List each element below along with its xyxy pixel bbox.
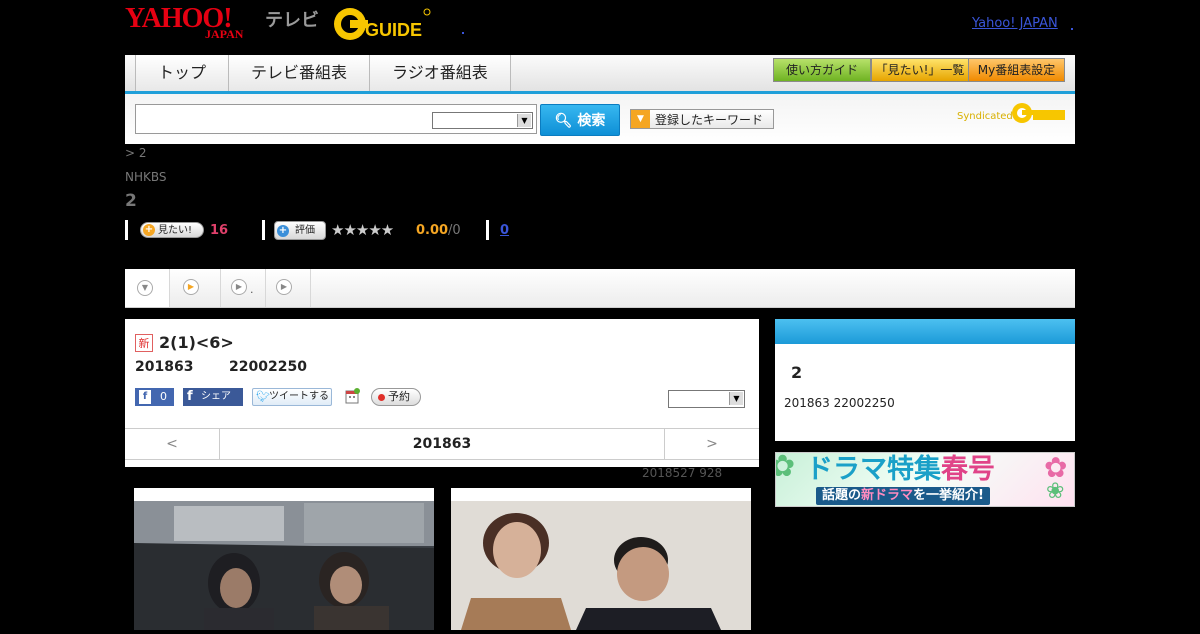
tweet-button[interactable]: 🐦︎ ツイートする (252, 388, 332, 406)
tab-2[interactable]: ▶ . (170, 269, 254, 307)
facebook-like-count: 0 (160, 390, 167, 403)
program-title: 2 (125, 191, 137, 211)
search-bar: ▼ 🔍︎ 検索 ▼ 登録したキーワード Syndicated (125, 94, 1075, 144)
updated-timestamp: 2018527 928 (642, 466, 723, 480)
triangle-down-icon: ▼ (631, 110, 650, 128)
gguide-logo-text: GUIDE (365, 20, 422, 40)
episode-time: 22002250 (229, 359, 307, 375)
search-button[interactable]: 🔍︎ 検索 (540, 104, 620, 136)
registered-keywords-button[interactable]: ▼ 登録したキーワード (630, 109, 774, 129)
comments-count-link[interactable]: 0 (500, 223, 509, 238)
nav-tabs: トップ テレビ番組表 ラジオ番組表 (135, 55, 511, 91)
mitai-button[interactable]: + 見たい! (140, 222, 204, 238)
breadcrumb-separator: > (125, 146, 136, 160)
sidebar-subtitle: 201863 22002250 (784, 396, 895, 410)
rating-score: 0.00 (416, 223, 449, 238)
twitter-bird-icon: 🐦︎ (256, 390, 270, 403)
play-icon: ▶ (231, 279, 247, 295)
registered-keywords-label: 登録したキーワード (655, 113, 764, 127)
divider (125, 220, 128, 240)
facebook-icon: f (187, 389, 193, 404)
tv-label: テレビ (265, 10, 319, 31)
sidebar-info-box: 2 201863 22002250 (775, 319, 1075, 441)
episode-select[interactable]: ▼ (668, 390, 745, 408)
plus-icon: + (143, 224, 155, 236)
banner-headline-a: ドラマ特集 (806, 454, 941, 485)
mitai-label: 見たい! (158, 225, 193, 236)
banner-tagline-b: 新ドラマ (861, 488, 914, 503)
chevron-down-icon: ▼ (729, 392, 743, 405)
tweet-label: ツイートする (269, 391, 329, 402)
main-nav: トップ テレビ番組表 ラジオ番組表 使い方ガイド 「見たい!」一覧 My番組表設… (125, 55, 1075, 94)
divider (486, 220, 489, 240)
date-pager: < 201863 > (125, 428, 759, 460)
yahoo-japan-link[interactable]: Yahoo! JAPAN (972, 16, 1058, 31)
syndicated-label: Syndicated (957, 111, 1013, 122)
pager-prev-button[interactable]: < (125, 429, 220, 459)
record-dot-icon (378, 394, 385, 401)
banner-tagline-a: 話題の (822, 488, 862, 503)
banner-headline: ドラマ特集春号 (806, 455, 995, 485)
episode-date: 201863 (135, 359, 194, 375)
breadcrumb: > 2 (125, 146, 147, 160)
plus-icon: + (277, 225, 289, 237)
nav-tab-radio-schedule[interactable]: ラジオ番組表 (370, 55, 511, 91)
new-badge: 新 (135, 334, 153, 352)
header-dot-2 (1071, 28, 1073, 30)
search-icon: 🔍︎ (554, 113, 573, 129)
episode-panel: 新 2(1)<6> 201863 22002250 f 0 f シェア 🐦︎ ツ… (125, 319, 759, 467)
pager-current-date: 201863 (412, 436, 472, 452)
breadcrumb-current: 2 (138, 146, 147, 160)
divider (262, 220, 265, 240)
rate-button[interactable]: + 評価 (274, 221, 326, 240)
gguide-logo[interactable]: GUIDE (333, 6, 433, 42)
nav-tab-tv-schedule[interactable]: テレビ番組表 (229, 55, 371, 91)
search-button-label: 検索 (577, 113, 606, 129)
reserve-button[interactable]: 予約 (371, 388, 421, 406)
play-icon: ▶ (183, 279, 199, 295)
facebook-like-button[interactable]: f 0 (135, 388, 174, 406)
japan-logo-text: JAPAN (205, 27, 244, 41)
station-name: NHKBS (125, 170, 167, 184)
rating-stars-icon: ★★★★★ (331, 221, 394, 239)
sidebar-title: 2 (791, 363, 803, 382)
facebook-share-button[interactable]: f シェア (183, 388, 243, 406)
leaf-decoration-icon: ❀ (1046, 479, 1065, 504)
guide-button[interactable]: 使い方ガイド (773, 58, 871, 82)
tab-3[interactable]: ▶ (221, 269, 266, 307)
play-icon: ▶ (276, 279, 292, 295)
tab-episodes[interactable]: ▼ (125, 269, 170, 307)
search-category-select[interactable]: ▼ (432, 112, 533, 129)
leaf-decoration-icon: ✿ (776, 453, 795, 484)
banner-tagline: 話題の新ドラマを一挙紹介! (816, 487, 990, 505)
sidebar-header (775, 319, 1075, 344)
rate-label: 評価 (295, 225, 315, 236)
nav-tab-top[interactable]: トップ (136, 55, 230, 91)
yahoo-japan-logo[interactable]: YAHOO! JAPAN (125, 4, 263, 42)
scene-photo-1[interactable] (134, 488, 434, 630)
add-calendar-icon[interactable] (344, 388, 360, 404)
facebook-share-label: シェア (201, 391, 231, 402)
mitai-count: 16 (210, 223, 229, 238)
banner-tagline-c: を一挙紹介! (913, 488, 984, 503)
chevron-down-icon: ▼ (137, 280, 153, 296)
episode-title: 2(1)<6> (159, 333, 234, 352)
banner-headline-b: 春号 (941, 454, 995, 485)
facebook-icon: f (139, 390, 151, 404)
pager-next-button[interactable]: > (664, 429, 759, 459)
scene-photo-2[interactable] (451, 488, 751, 630)
program-tabs: ▼ ▶ . ▶ ▶ (125, 269, 1075, 308)
mitai-list-button[interactable]: 「見たい!」一覧 (871, 58, 969, 82)
syndicated-gguide-logo (1011, 102, 1067, 124)
header-dot (462, 32, 464, 34)
reserve-label: 予約 (388, 390, 410, 403)
my-schedule-button[interactable]: My番組表設定 (968, 58, 1065, 82)
chevron-down-icon: ▼ (517, 114, 531, 127)
rating-count: /0 (448, 223, 461, 238)
tab-4[interactable]: ▶ (266, 269, 311, 307)
drama-special-banner[interactable]: ドラマ特集春号 話題の新ドラマを一挙紹介! ✿ ✿ ❀ (775, 452, 1075, 507)
